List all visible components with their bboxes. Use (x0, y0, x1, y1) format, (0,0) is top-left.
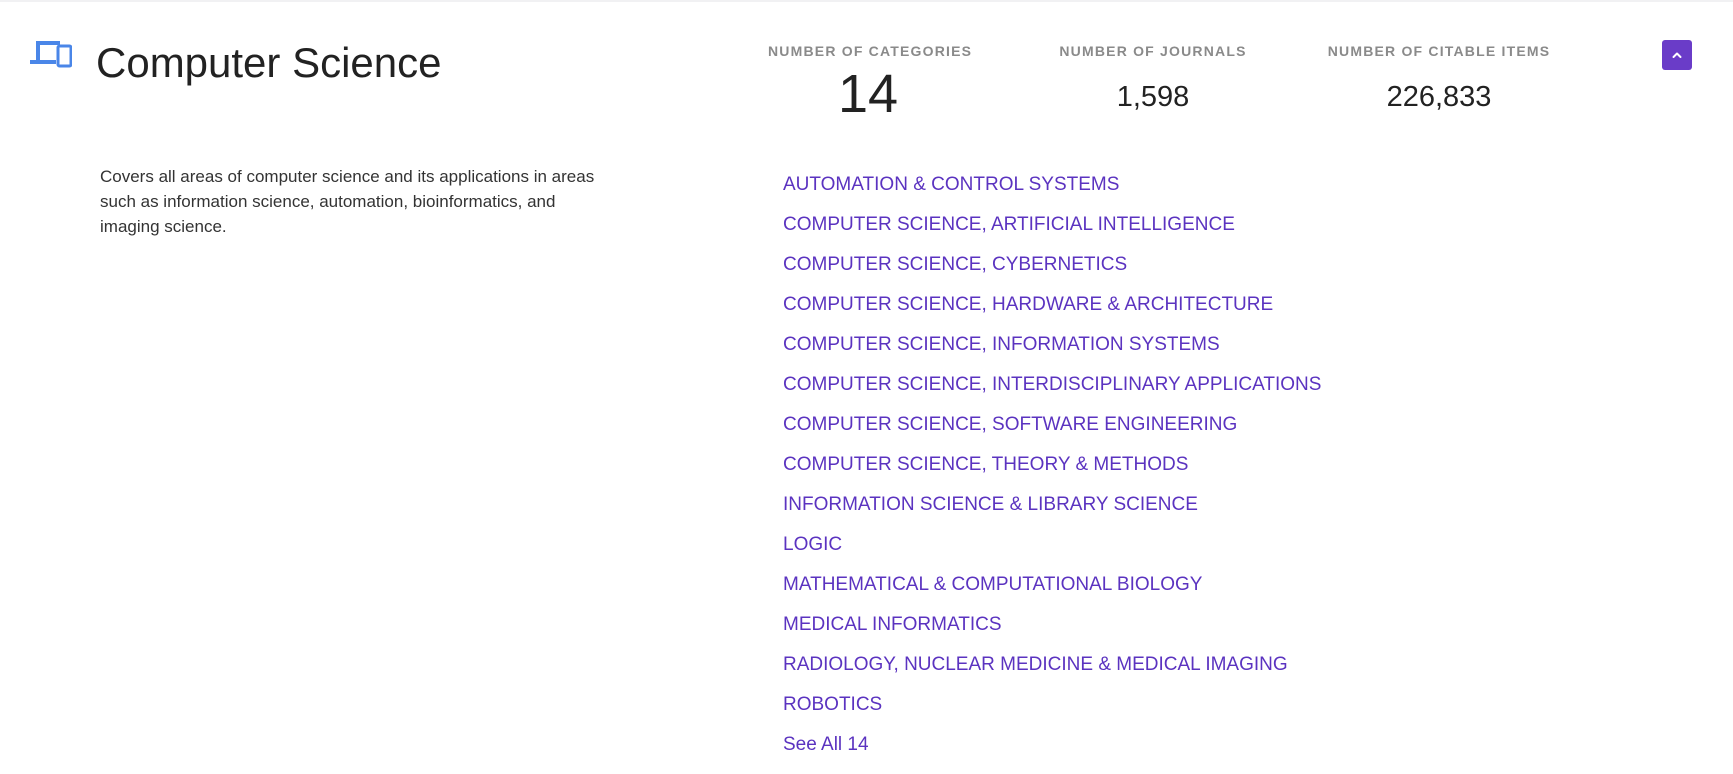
category-link[interactable]: LOGIC (783, 530, 1321, 570)
category-link[interactable]: RADIOLOGY, NUCLEAR MEDICINE & MEDICAL IM… (783, 650, 1321, 690)
chevron-up-icon (1672, 52, 1682, 58)
devices-icon (30, 41, 72, 68)
category-link[interactable]: ROBOTICS (783, 690, 1321, 730)
category-link[interactable]: MATHEMATICAL & COMPUTATIONAL BIOLOGY (783, 570, 1321, 610)
category-link[interactable]: AUTOMATION & CONTROL SYSTEMS (783, 170, 1321, 210)
category-link[interactable]: COMPUTER SCIENCE, SOFTWARE ENGINEERING (783, 410, 1321, 450)
category-link[interactable]: COMPUTER SCIENCE, INTERDISCIPLINARY APPL… (783, 370, 1321, 410)
category-link[interactable]: COMPUTER SCIENCE, THEORY & METHODS (783, 450, 1321, 490)
subject-panel: Computer Science Covers all areas of com… (0, 0, 1733, 774)
subject-description: Covers all areas of computer science and… (100, 167, 595, 236)
see-all-item: See All 14 (783, 730, 1321, 770)
stat-number-of-citable-items: NUMBER OF CITABLE ITEMS 226,833 (1324, 42, 1554, 114)
category-link[interactable]: COMPUTER SCIENCE, ARTIFICIAL INTELLIGENC… (783, 210, 1321, 250)
category-link[interactable]: COMPUTER SCIENCE, HARDWARE & ARCHITECTUR… (783, 290, 1321, 330)
stat-value: 226,833 (1386, 81, 1492, 113)
stat-value: 1,598 (1116, 81, 1190, 113)
category-list: AUTOMATION & CONTROL SYSTEMS COMPUTER SC… (783, 170, 1321, 770)
stat-value: 14 (837, 64, 899, 124)
collapse-button[interactable] (1662, 40, 1692, 70)
category-link[interactable]: COMPUTER SCIENCE, CYBERNETICS (783, 250, 1321, 290)
category-link[interactable]: COMPUTER SCIENCE, INFORMATION SYSTEMS (783, 330, 1321, 370)
stat-label: NUMBER OF CATEGORIES (768, 43, 973, 59)
page-title: Computer Science (96, 39, 442, 86)
see-all-link[interactable]: See All 14 (783, 734, 869, 755)
stat-label: NUMBER OF JOURNALS (1059, 43, 1247, 59)
stat-number-of-journals: NUMBER OF JOURNALS 1,598 (1053, 42, 1253, 114)
category-link[interactable]: MEDICAL INFORMATICS (783, 610, 1321, 650)
stat-number-of-categories: NUMBER OF CATEGORIES 14 (768, 42, 973, 126)
stat-label: NUMBER OF CITABLE ITEMS (1327, 43, 1551, 59)
category-link[interactable]: INFORMATION SCIENCE & LIBRARY SCIENCE (783, 490, 1321, 530)
